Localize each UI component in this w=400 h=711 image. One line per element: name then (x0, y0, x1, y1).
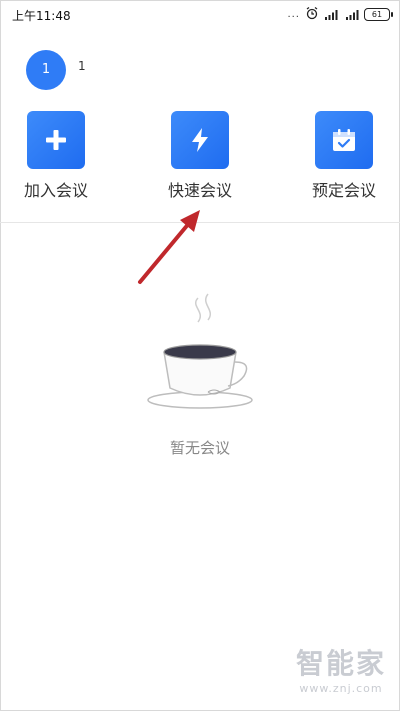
watermark: 智能家 www.znj.com (296, 642, 386, 695)
annotation-arrow-icon (138, 210, 200, 284)
status-time: 上午11:48 (12, 9, 71, 23)
signal-icon-2 (345, 5, 359, 24)
join-meeting-button[interactable]: 加入会议 (6, 111, 106, 201)
status-icons: ... 61 (287, 5, 393, 24)
avatar[interactable]: 1 (26, 50, 66, 90)
status-bar: 上午11:48 ... 61 (0, 0, 400, 28)
calendar-check-icon (333, 129, 355, 151)
watermark-url: www.znj.com (299, 682, 383, 695)
join-meeting-tile[interactable] (27, 111, 85, 169)
coffee-cup-icon (147, 293, 253, 409)
battery-icon: 61 (364, 7, 393, 21)
join-meeting-label: 加入会议 (23, 181, 88, 200)
lightning-icon (192, 128, 208, 152)
notification-dots: ... (287, 8, 300, 20)
signal-icon (324, 5, 340, 24)
schedule-meeting-button[interactable]: 预定会议 (294, 111, 394, 201)
quick-meeting-button[interactable]: 快速会议 (150, 111, 250, 201)
empty-state-message: 暂无会议 (169, 439, 230, 457)
alarm-icon (305, 5, 319, 24)
schedule-meeting-label: 预定会议 (311, 181, 376, 200)
quick-meeting-label: 快速会议 (167, 181, 232, 200)
quick-meeting-tile[interactable] (171, 111, 229, 169)
watermark-title: 智能家 (295, 647, 386, 680)
plus-icon (46, 130, 66, 150)
user-name: 1 (78, 59, 86, 73)
schedule-meeting-tile[interactable] (315, 111, 373, 169)
